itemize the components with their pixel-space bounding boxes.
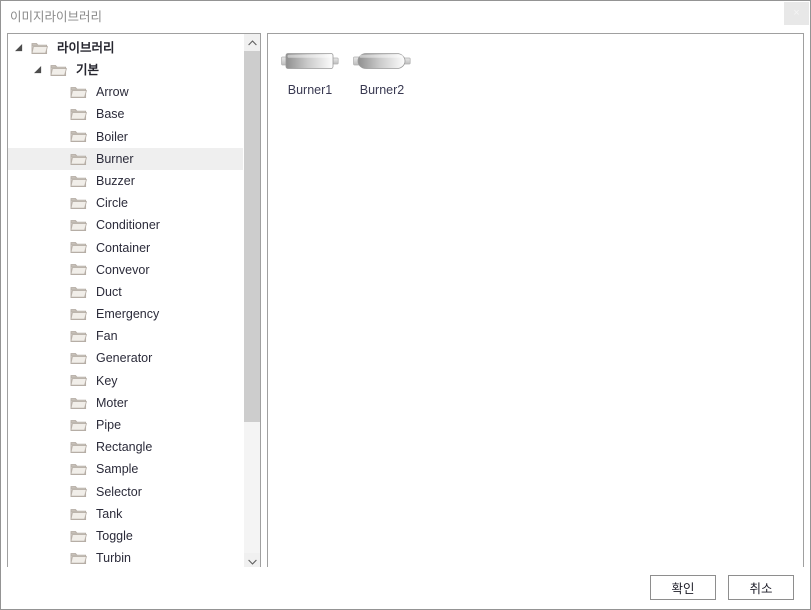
tree-item-key[interactable]: Key [8,370,243,392]
tree-item-label: Generator [96,351,153,366]
folder-icon [70,485,87,498]
thumbnail-label: Burner1 [287,83,333,97]
tree-item-label: Duct [96,284,122,299]
tree-item-기본[interactable]: 기본 [8,59,243,81]
cancel-button[interactable]: 취소 [728,575,794,600]
tree-item-burner[interactable]: Burner [8,147,243,171]
titlebar: 이미지라이브러리 × [1,1,810,29]
tree-item-label: Selector [96,484,142,499]
tree-item-fan[interactable]: Fan [8,325,243,347]
folder-icon [70,441,87,454]
tree-item-label: Base [96,107,125,122]
tree-item-arrow[interactable]: Arrow [8,81,243,103]
tree-item-label: Buzzer [96,173,135,188]
folder-icon [70,153,87,166]
tree-item-boiler[interactable]: Boiler [8,126,243,148]
expander-open-icon[interactable] [35,64,48,77]
tree-item-label: Fan [96,329,118,344]
burner-flat-icon [281,44,339,78]
folder-icon [31,42,48,55]
tree-item-generator[interactable]: Generator [8,348,243,370]
thumbnail-grid: Burner1 Burner2 [274,40,418,97]
folder-icon [70,130,87,143]
dialog-body: 라이브러리기본 Arrow Base Boiler Burner Buzzer Circle… [1,29,810,571]
thumbnail-item[interactable]: Burner2 [346,40,418,97]
dialog-footer: 확인 취소 [1,567,810,609]
folder-icon [70,552,87,565]
burner-round-icon [353,44,411,78]
folder-icon [70,397,87,410]
tree-item-label: Circle [96,196,128,211]
tree-item-label: Burner [96,151,134,166]
ok-button[interactable]: 확인 [650,575,716,600]
scroll-up-icon[interactable] [244,34,260,51]
tree-item-label: Sample [96,462,139,477]
folder-icon [50,64,67,77]
tree-item-sample[interactable]: Sample [8,459,243,481]
tree-item-label: Tank [96,506,123,521]
tree-item-rectangle[interactable]: Rectangle [8,436,243,458]
expander-open-icon[interactable] [16,42,29,55]
tree-item-circle[interactable]: Circle [8,192,243,214]
library-tree-panel: 라이브러리기본 Arrow Base Boiler Burner Buzzer Circle… [7,33,261,571]
library-tree[interactable]: 라이브러리기본 Arrow Base Boiler Burner Buzzer Circle… [8,34,243,570]
close-button[interactable]: × [784,2,809,25]
thumbnail-label: Burner2 [359,83,405,97]
folder-icon [70,197,87,210]
tree-item-label: Convevor [96,262,150,277]
tree-item-tank[interactable]: Tank [8,503,243,525]
tree-item-label: Emergency [96,307,160,322]
tree-item-label: Key [96,373,118,388]
tree-item-label: Turbin [96,551,131,566]
tree-item-라이브러리[interactable]: 라이브러리 [8,37,243,59]
tree-item-base[interactable]: Base [8,104,243,126]
folder-icon [70,330,87,343]
tree-item-label: Rectangle [96,440,153,455]
tree-item-convevor[interactable]: Convevor [8,259,243,281]
image-items-panel[interactable]: Burner1 Burner2 [267,33,804,571]
tree-item-label: Boiler [96,129,128,144]
tree-item-container[interactable]: Container [8,237,243,259]
tree-item-label: 라이브러리 [57,40,115,55]
tree-scroll-area: 라이브러리기본 Arrow Base Boiler Burner Buzzer Circle… [8,34,243,570]
tree-item-label: Arrow [96,85,129,100]
folder-icon [70,175,87,188]
tree-scrollbar-track[interactable] [244,51,260,553]
folder-icon [70,308,87,321]
window-title: 이미지라이브러리 [10,10,103,24]
folder-icon [70,241,87,254]
tree-item-label: Container [96,240,151,255]
folder-icon [70,352,87,365]
folder-icon [70,530,87,543]
tree-item-selector[interactable]: Selector [8,481,243,503]
tree-item-duct[interactable]: Duct [8,281,243,303]
folder-icon [70,508,87,521]
folder-icon [70,463,87,476]
tree-item-label: Conditioner [96,218,160,233]
close-icon: × [793,7,800,19]
tree-item-buzzer[interactable]: Buzzer [8,170,243,192]
image-library-dialog: 이미지라이브러리 × 라이브러리기본 Arrow Base Boiler Burner B… [0,0,811,610]
folder-icon [70,374,87,387]
folder-icon [70,86,87,99]
tree-scrollbar[interactable] [243,34,260,570]
folder-icon [70,419,87,432]
thumbnail-item[interactable]: Burner1 [274,40,346,97]
folder-icon [70,286,87,299]
tree-item-emergency[interactable]: Emergency [8,303,243,325]
tree-item-label: Toggle [96,528,133,543]
tree-item-label: Pipe [96,418,122,433]
folder-icon [70,219,87,232]
tree-item-label: 기본 [76,63,100,78]
tree-item-pipe[interactable]: Pipe [8,414,243,436]
tree-item-conditioner[interactable]: Conditioner [8,215,243,237]
folder-icon [70,263,87,276]
tree-item-toggle[interactable]: Toggle [8,525,243,547]
folder-icon [70,108,87,121]
tree-item-label: Moter [96,395,128,410]
tree-scrollbar-thumb[interactable] [244,51,260,423]
tree-item-moter[interactable]: Moter [8,392,243,414]
